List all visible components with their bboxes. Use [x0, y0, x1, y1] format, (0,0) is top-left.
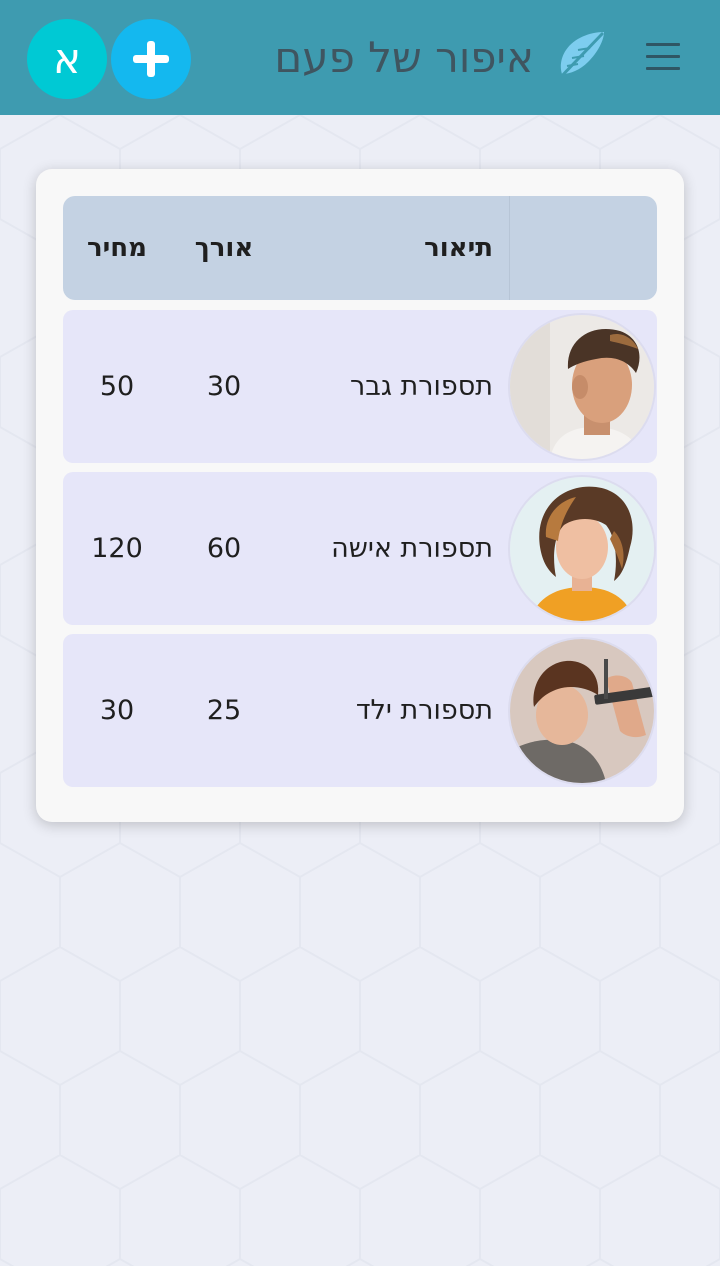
table-row[interactable]: תספורת ילד 25 30: [63, 634, 657, 787]
feather-icon: [554, 32, 604, 84]
add-button[interactable]: [111, 19, 191, 99]
row-description: תספורת אישה: [331, 533, 493, 564]
woman-haircut-photo: [510, 477, 654, 621]
child-haircut-photo: [510, 639, 654, 783]
hamburger-menu-icon[interactable]: [646, 43, 680, 71]
menu-line: [646, 67, 680, 70]
table-header: תיאור אורך מחיר: [63, 196, 657, 300]
language-button[interactable]: א: [27, 19, 107, 99]
menu-line: [646, 43, 680, 46]
row-price: 120: [91, 533, 143, 564]
column-header-description: תיאור: [424, 233, 493, 263]
row-price: 30: [99, 695, 135, 726]
row-description: תספורת ילד: [355, 695, 493, 726]
table-row[interactable]: תספורת אישה 60 120: [63, 472, 657, 625]
app-header: איפור של פעם א: [0, 0, 720, 115]
app-title: איפור של פעם: [274, 33, 534, 82]
column-header-price: מחיר: [87, 233, 147, 263]
row-length: 60: [206, 533, 242, 564]
menu-line: [646, 55, 680, 58]
header-divider: [509, 196, 510, 300]
plus-icon: [133, 41, 169, 77]
row-length: 25: [206, 695, 242, 726]
services-card: תיאור אורך מחיר תספורת גבר 30 50 תספורת …: [36, 169, 684, 822]
row-price: 50: [99, 371, 135, 402]
table-row[interactable]: תספורת גבר 30 50: [63, 310, 657, 463]
man-haircut-photo: [510, 315, 654, 459]
row-description: תספורת גבר: [349, 371, 493, 402]
row-length: 30: [206, 371, 242, 402]
column-header-length: אורך: [194, 233, 254, 263]
